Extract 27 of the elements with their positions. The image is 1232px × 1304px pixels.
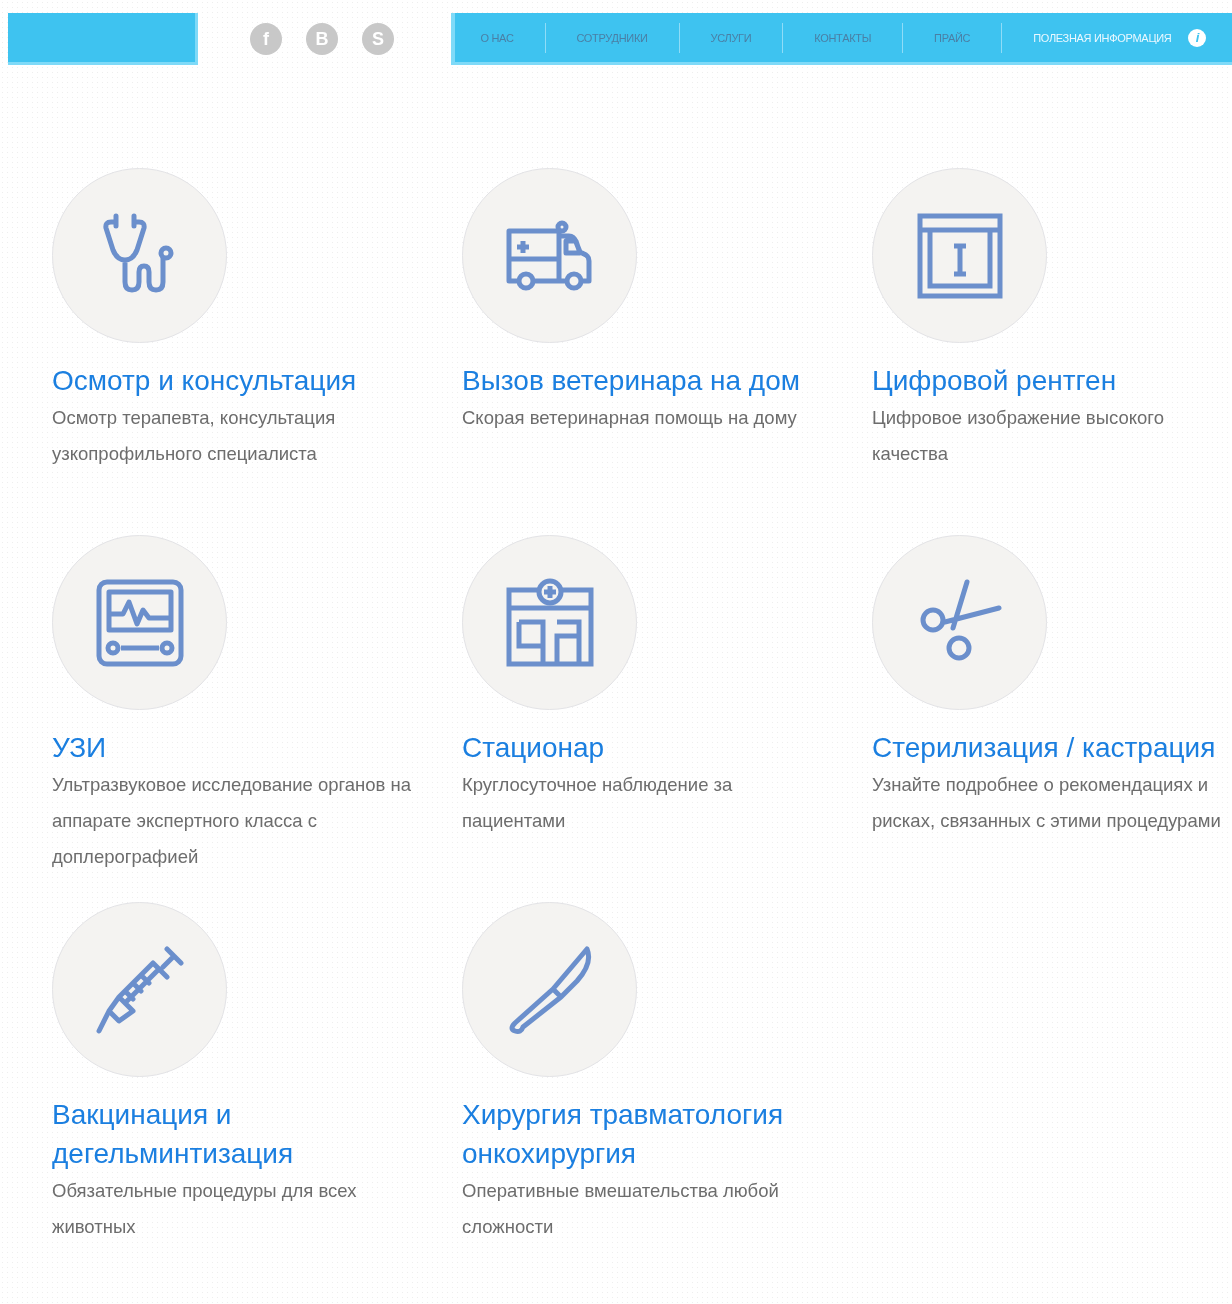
nav-link[interactable]: КОНТАКТЫ — [814, 31, 872, 44]
info-badge[interactable]: i — [1188, 28, 1207, 47]
monitor-icon — [94, 577, 185, 668]
nav-link[interactable]: УСЛУГИ — [710, 31, 752, 44]
service-title[interactable]: Осмотр и консультация — [52, 361, 357, 400]
service-description: Узнайте подробнее о рекомендациях и рисках, связанных с этими процедурами — [872, 773, 1222, 833]
service-description: Осмотр терапевта, консультация узкопрофильного специалиста — [52, 406, 337, 466]
nav-link[interactable]: ПРАЙС — [934, 31, 971, 44]
hospital-icon — [504, 577, 595, 668]
service-description: Обязательные процедуры для всех животных — [52, 1179, 358, 1239]
nav-link[interactable]: О НАС — [480, 31, 514, 44]
syringe-icon — [94, 944, 185, 1035]
service-title[interactable]: Вакцинация и дегельминтизация — [52, 1095, 402, 1173]
x-ray-frame-icon — [915, 211, 1004, 300]
service-description: Оперативные вмешательства любой сложности — [462, 1179, 780, 1239]
service-description: Цифровое изображение высокого качества — [872, 406, 1165, 466]
service-description: Ультразвуковое исследование органов на аппарате экспертного класса с доплерографией — [52, 773, 412, 869]
service-title[interactable]: Вызов ветеринара на дом — [462, 361, 800, 400]
service-description: Скорая ветеринарная помощь на дому — [462, 406, 797, 430]
service-description: Круглосуточное наблюдение за пациентами — [462, 773, 734, 833]
service-title[interactable]: Стерилизация / кастрация — [872, 728, 1216, 767]
nav-link[interactable]: ПОЛЕЗНАЯ ИНФОРМАЦИЯ — [1033, 31, 1172, 44]
service-title[interactable]: Хирургия травматология онкохирургия — [462, 1095, 812, 1173]
service-title[interactable]: УЗИ — [52, 728, 107, 767]
nav-link[interactable]: СОТРУДНИКИ — [576, 31, 648, 44]
service-title[interactable]: Цифровой рентген — [872, 361, 1117, 400]
service-title[interactable]: Стационар — [462, 728, 605, 767]
